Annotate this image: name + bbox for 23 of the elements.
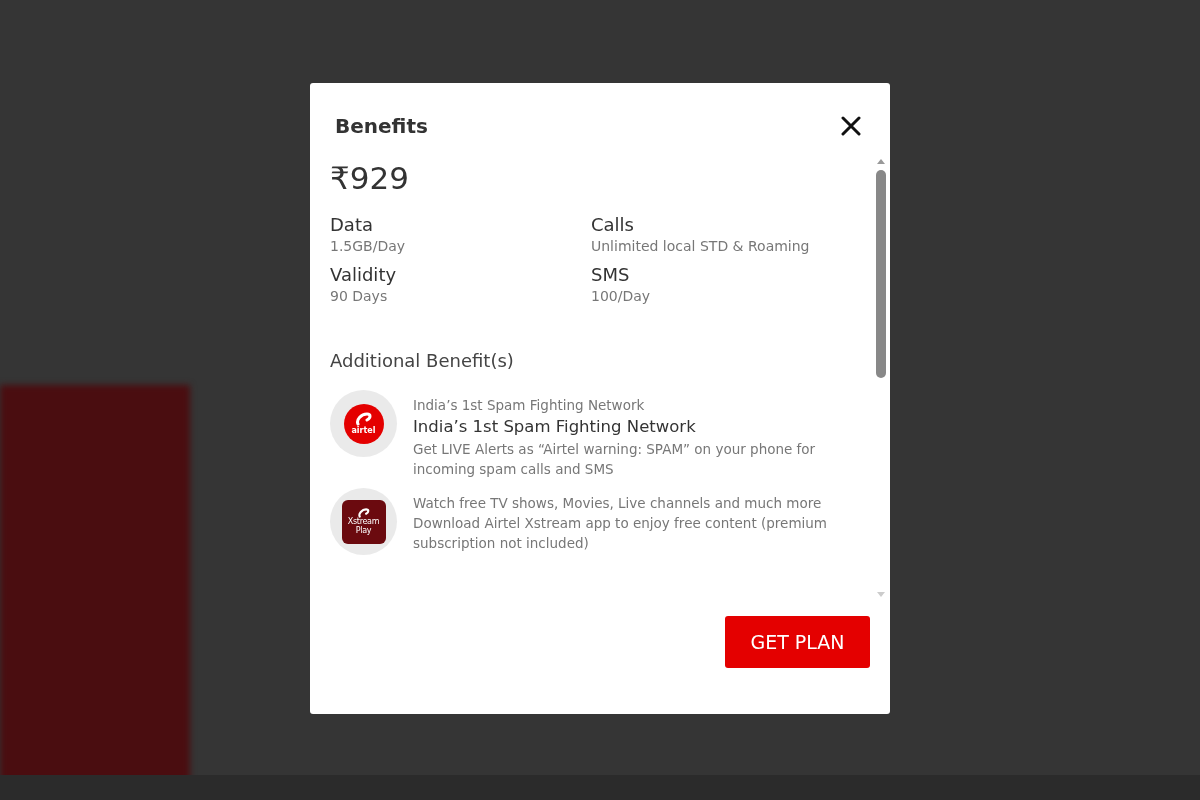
benefit-description: Download Airtel Xstream app to enjoy free content (premium subscription not included): [413, 514, 828, 553]
benefit-label: SMS: [591, 264, 631, 285]
benefit-value: 90 Days: [330, 288, 389, 304]
plan-price: ₹929: [330, 160, 410, 196]
get-plan-button[interactable]: GET PLAN: [725, 616, 870, 668]
benefit-value: Unlimited local STD & Roaming: [591, 238, 811, 254]
scrollbar[interactable]: [875, 158, 887, 598]
benefit-label: Validity: [330, 264, 398, 285]
benefit-caption: India’s 1st Spam Fighting Network: [413, 396, 646, 415]
benefit-value: 100/Day: [591, 288, 652, 304]
benefit-title: India’s 1st Spam Fighting Network: [413, 416, 697, 438]
scroll-up-arrow-icon[interactable]: [876, 158, 886, 164]
close-button[interactable]: [840, 115, 862, 137]
xstream-logo-icon: Xstream Play: [341, 499, 386, 544]
section-heading: Additional Benefit(s): [330, 350, 515, 371]
benefit-caption: Watch free TV shows, Movies, Live channels and much more: [413, 494, 823, 513]
benefit-label: Data: [330, 214, 374, 235]
airtel-logo-icon: airtel: [343, 403, 384, 444]
dialog-title: Benefits: [335, 114, 428, 138]
benefit-description: Get LIVE Alerts as “Airtel warning: SPAM” on your phone for incoming spam calls and SMS: [413, 440, 817, 479]
close-icon: [841, 116, 861, 136]
benefit-value: 1.5GB/Day: [330, 238, 407, 254]
benefit-label: Calls: [591, 214, 635, 235]
